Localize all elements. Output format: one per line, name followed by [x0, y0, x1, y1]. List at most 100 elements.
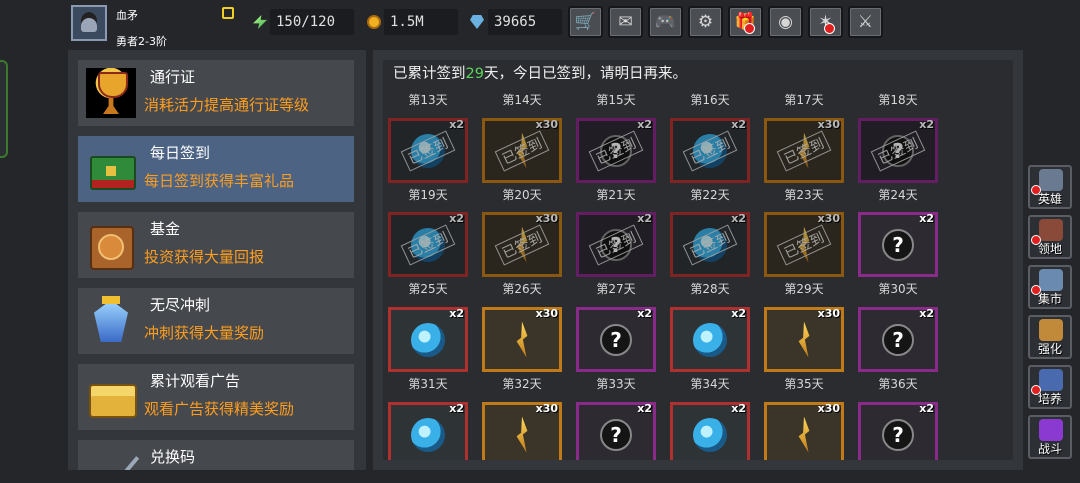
reward-cell[interactable]: x2 已签到 [670, 118, 750, 183]
shop-button[interactable]: 🛒 [568, 6, 603, 38]
reward-multiplier: x2 [731, 402, 746, 415]
reward-multiplier: x2 [919, 118, 934, 131]
side-nav-button[interactable]: 培养 [1028, 365, 1072, 409]
reward-cell[interactable]: ? x2 [858, 212, 938, 277]
menu-item-watch-ads[interactable]: 累计观看广告 观看广告获得精美奖励 [78, 364, 354, 430]
notice-prefix: 已累计签到 [393, 66, 466, 82]
side-nav-icon [1039, 269, 1063, 291]
battle-button[interactable]: ⚔ [848, 6, 883, 38]
mystery-box-icon: ? [600, 323, 632, 356]
reward-cell[interactable]: x2 [388, 402, 468, 460]
day-label: 第30天 [878, 282, 918, 296]
side-nav-icon [1039, 419, 1063, 441]
reward-multiplier: x30 [535, 402, 558, 415]
menu-item-redeem-code[interactable]: 兑换码 [78, 440, 354, 470]
reward-cell[interactable]: x2 已签到 [670, 212, 750, 277]
signin-calendar[interactable]: 第13天 第14天 第15天 第16天 第17天 第18天 x2 已签到 第19天 x30 已签到第… [383, 60, 1013, 460]
day-label: 第24天 [878, 188, 918, 202]
reward-cell[interactable]: ? x2 已签到 [576, 212, 656, 277]
menu-item-daily-signin[interactable]: 每日签到 每日签到获得丰富礼品 [78, 136, 354, 202]
player-avatar[interactable] [71, 5, 107, 41]
reward-multiplier: x30 [535, 307, 558, 320]
menu-item-desc: 观看广告获得精美奖励 [144, 400, 295, 418]
reward-multiplier: x2 [731, 118, 746, 131]
gold-value: 1.5M [384, 9, 458, 35]
gold-chest-icon [86, 372, 137, 422]
reward-cell[interactable]: ? x2 [858, 307, 938, 372]
gamepad-button[interactable]: 🎮 [648, 6, 683, 38]
day-label: 第29天 [784, 282, 824, 296]
reward-cell[interactable]: x30 已签到 [764, 212, 844, 277]
menu-item-title: 每日签到 [150, 144, 211, 162]
reward-grid: 第13天 第14天 第15天 第16天 第17天 第18天 x2 已签到 第19天 x30 已签到第… [383, 60, 1013, 460]
gift-button[interactable]: 🎁 [728, 6, 763, 38]
reward-multiplier: x2 [637, 118, 652, 131]
reward-multiplier: x2 [919, 402, 934, 415]
reward-cell[interactable]: x30 [764, 307, 844, 372]
player-name: 血矛 [116, 9, 138, 22]
reward-cell[interactable]: x2 [670, 402, 750, 460]
day-label: 第23天 [784, 188, 824, 202]
side-nav-label: 集市 [1037, 292, 1062, 306]
gift-book-icon [86, 144, 136, 194]
gold-coin-icon [367, 15, 381, 29]
side-nav-button[interactable]: 战斗 [1028, 415, 1072, 459]
settings-button[interactable]: ⚙ [688, 6, 723, 38]
menu-item-desc: 投资获得大量回报 [144, 248, 265, 266]
day-label: 第14天 [502, 93, 542, 107]
day-label: 第31天 [408, 377, 448, 391]
side-nav-label: 强化 [1037, 342, 1062, 356]
event-button[interactable]: ✶ [808, 6, 843, 38]
reward-cell[interactable]: x30 已签到 [482, 118, 562, 183]
reward-multiplier: x2 [449, 402, 464, 415]
reward-cell[interactable]: x2 已签到 [388, 212, 468, 277]
day-label: 第15天 [596, 93, 636, 107]
wheel-button[interactable]: ◉ [768, 6, 803, 38]
side-nav-button[interactable]: 英雄 [1028, 165, 1072, 209]
side-drawer-tab[interactable] [0, 60, 8, 158]
reward-cell[interactable]: ? x2 已签到 [576, 118, 656, 183]
day-label: 第33天 [596, 377, 636, 391]
gold-shard-icon [516, 321, 528, 358]
day-label: 第27天 [596, 282, 636, 296]
mystery-box-icon: ? [882, 418, 914, 451]
side-nav-button[interactable]: 领地 [1028, 215, 1072, 259]
mystery-box-icon: ? [882, 228, 914, 261]
reward-cell[interactable]: x30 [482, 402, 562, 460]
reward-cell[interactable]: ? x2 [858, 402, 938, 460]
gold-shard-icon [798, 416, 810, 453]
side-nav-button[interactable]: 强化 [1028, 315, 1072, 359]
menu-item-pass[interactable]: 通行证 消耗活力提高通行证等级 [78, 60, 354, 126]
side-nav-button[interactable]: 集市 [1028, 265, 1072, 309]
side-nav-label: 领地 [1037, 242, 1062, 256]
reward-cell[interactable]: x30 已签到 [764, 118, 844, 183]
day-label: 第18天 [878, 93, 918, 107]
edit-icon[interactable] [222, 7, 234, 19]
reward-cell[interactable]: x30 [764, 402, 844, 460]
blue-orb-icon [693, 322, 727, 357]
side-nav-icon [1039, 169, 1063, 191]
energy-icon [253, 15, 267, 29]
reward-cell[interactable]: x2 [670, 307, 750, 372]
reward-multiplier: x30 [817, 212, 840, 225]
crossed-swords-icon: ⚔ [857, 12, 874, 32]
blue-orb-icon [411, 417, 445, 452]
reward-cell[interactable]: x2 [388, 307, 468, 372]
signin-panel: 第13天 第14天 第15天 第16天 第17天 第18天 x2 已签到 第19天 x30 已签到第… [373, 50, 1023, 470]
reward-cell[interactable]: x2 已签到 [388, 118, 468, 183]
reward-multiplier: x30 [535, 212, 558, 225]
reward-cell[interactable]: ? x2 [576, 307, 656, 372]
menu-item-fund[interactable]: 基金 投资获得大量回报 [78, 212, 354, 278]
reward-cell[interactable]: ? x2 已签到 [858, 118, 938, 183]
day-label: 第36天 [878, 377, 918, 391]
chalice-icon [86, 68, 136, 118]
reward-cell[interactable]: x30 已签到 [482, 212, 562, 277]
mail-button[interactable]: ✉ [608, 6, 643, 38]
treasure-chest-icon [86, 220, 136, 270]
reward-cell[interactable]: x30 [482, 307, 562, 372]
menu-item-endless-sprint[interactable]: 无尽冲刺 冲刺获得大量奖励 [78, 288, 354, 354]
side-nav-icon [1039, 219, 1063, 241]
reward-cell[interactable]: ? x2 [576, 402, 656, 460]
side-nav-label: 英雄 [1037, 192, 1062, 206]
signin-notice: 已累计签到29天，今日已签到，请明日再来。 [393, 62, 687, 83]
